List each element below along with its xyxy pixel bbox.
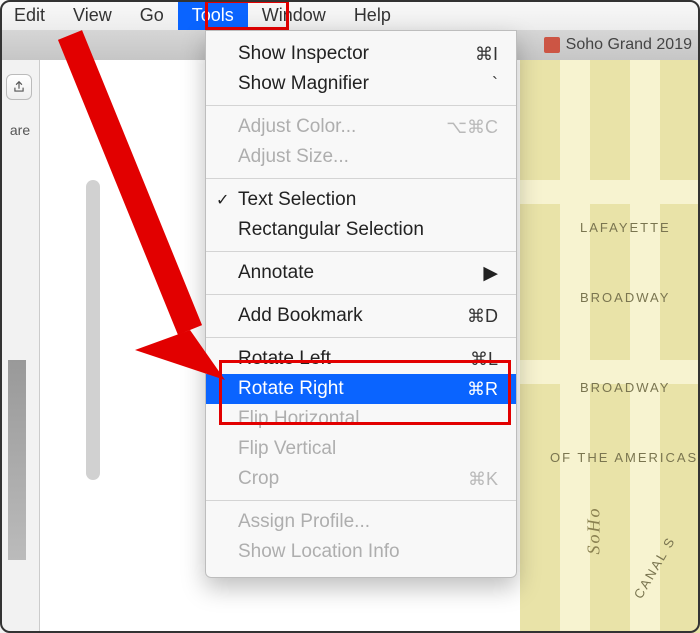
map-street-label: BROADWAY xyxy=(580,380,670,395)
menu-help[interactable]: Help xyxy=(340,0,405,30)
check-icon: ✓ xyxy=(216,190,229,210)
menu-separator xyxy=(206,294,516,295)
scrollbar-thumb[interactable] xyxy=(86,180,100,480)
menuitem-adjust-size: Adjust Size... xyxy=(206,142,516,172)
menuitem-rotate-right[interactable]: Rotate Right⌘R xyxy=(206,374,516,404)
menu-go[interactable]: Go xyxy=(126,0,178,30)
menu-view[interactable]: View xyxy=(59,0,126,30)
menu-separator xyxy=(206,251,516,252)
menuitem-flip-vertical: Flip Vertical xyxy=(206,434,516,464)
menuitem-adjust-color: Adjust Color...⌥⌘C xyxy=(206,112,516,142)
menuitem-rectangular-selection[interactable]: Rectangular Selection xyxy=(206,215,516,245)
tab-label[interactable]: Soho Grand 2019 xyxy=(566,36,692,54)
submenu-arrow-icon: ▶ xyxy=(483,262,498,285)
menuitem-add-bookmark[interactable]: Add Bookmark⌘D xyxy=(206,301,516,331)
share-icon xyxy=(12,80,26,94)
tools-dropdown: Show Inspector⌘I Show Magnifier` Adjust … xyxy=(205,30,517,578)
menuitem-show-magnifier[interactable]: Show Magnifier` xyxy=(206,69,516,99)
map-background: LAFAYETTE BROADWAY BROADWAY OF THE AMERI… xyxy=(520,60,700,633)
share-label: are xyxy=(0,122,40,138)
menuitem-show-location-info: Show Location Info xyxy=(206,537,516,567)
menu-window[interactable]: Window xyxy=(248,0,340,30)
menuitem-rotate-left[interactable]: Rotate Left⌘L xyxy=(206,344,516,374)
menuitem-assign-profile: Assign Profile... xyxy=(206,507,516,537)
menuitem-text-selection[interactable]: ✓Text Selection xyxy=(206,185,516,215)
menuitem-flip-horizontal: Flip Horizontal xyxy=(206,404,516,434)
thumbnail-strip xyxy=(8,360,26,560)
map-street-label: BROADWAY xyxy=(580,290,670,305)
menu-separator xyxy=(206,500,516,501)
map-area-label: SoHo xyxy=(584,507,605,555)
menuitem-crop: Crop⌘K xyxy=(206,464,516,494)
tab-icon xyxy=(544,37,560,53)
menubar: Edit View Go Tools Window Help xyxy=(0,0,700,30)
map-street-label: OF THE AMERICAS xyxy=(550,450,698,465)
menuitem-annotate[interactable]: Annotate▶ xyxy=(206,258,516,288)
menu-tools[interactable]: Tools xyxy=(178,0,248,30)
share-button[interactable] xyxy=(6,74,32,100)
map-street-label: LAFAYETTE xyxy=(580,220,671,235)
menu-separator xyxy=(206,105,516,106)
menu-separator xyxy=(206,178,516,179)
menu-edit[interactable]: Edit xyxy=(0,0,59,30)
menuitem-show-inspector[interactable]: Show Inspector⌘I xyxy=(206,39,516,69)
menu-separator xyxy=(206,337,516,338)
